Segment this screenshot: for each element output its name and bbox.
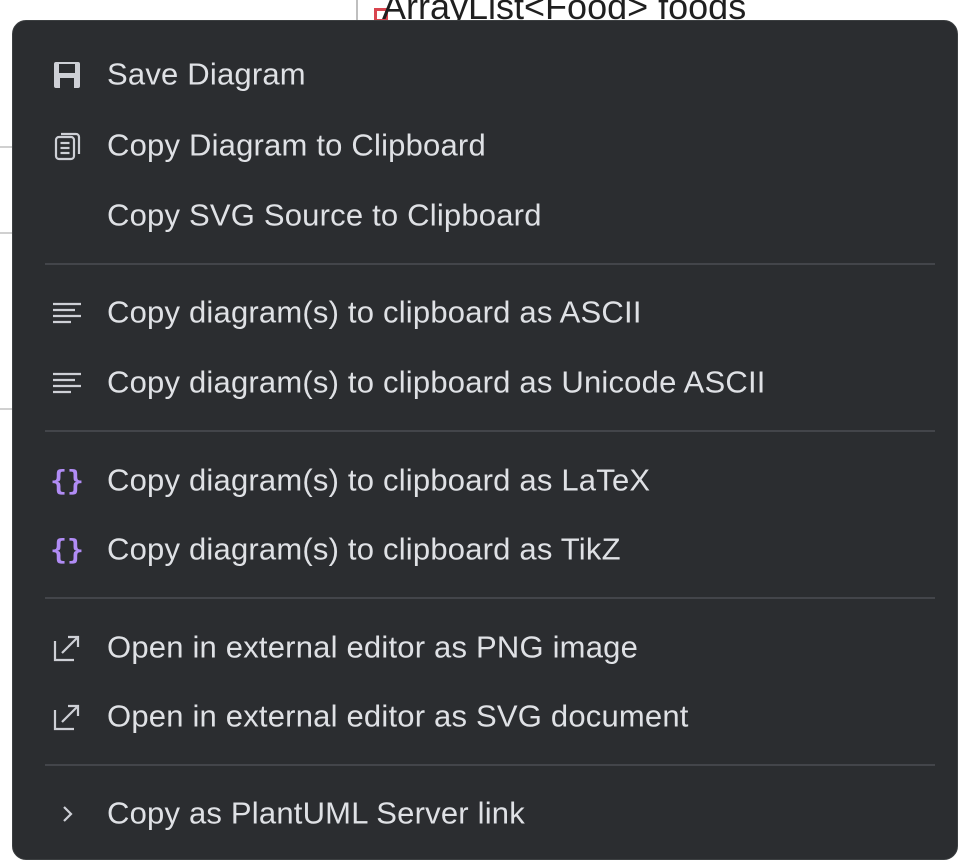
menu-separator	[45, 263, 935, 265]
menu-item-label: Open in external editor as SVG document	[107, 698, 689, 734]
menu-item-label: Save Diagram	[107, 56, 306, 92]
menu-item-copy-latex[interactable]: {} Copy diagram(s) to clipboard as LaTeX	[13, 448, 957, 514]
text-lines-icon	[49, 365, 85, 401]
menu-item-copy-ascii[interactable]: Copy diagram(s) to clipboard as ASCII	[13, 280, 957, 346]
editor-edge-mark	[0, 146, 12, 148]
save-icon	[49, 57, 85, 93]
copy-icon	[49, 128, 85, 164]
menu-item-copy-tikz[interactable]: {} Copy diagram(s) to clipboard as TikZ	[13, 517, 957, 583]
menu-item-copy-svg-source[interactable]: Copy SVG Source to Clipboard	[13, 183, 957, 249]
context-menu: Save Diagram Copy Diagram to Clipboard C…	[12, 20, 958, 860]
chevron-right-icon	[49, 796, 85, 832]
editor-guide-line	[356, 0, 358, 22]
menu-separator	[45, 597, 935, 599]
braces-icon: {}	[50, 533, 84, 566]
menu-item-copy-plantuml-link[interactable]: Copy as PlantUML Server link	[13, 781, 957, 847]
external-link-icon	[49, 699, 85, 735]
external-link-icon	[49, 630, 85, 666]
menu-item-copy-unicode-ascii[interactable]: Copy diagram(s) to clipboard as Unicode …	[13, 350, 957, 416]
menu-item-label: Copy SVG Source to Clipboard	[107, 197, 542, 233]
menu-item-label: Copy diagram(s) to clipboard as LaTeX	[107, 462, 651, 498]
text-lines-icon	[49, 295, 85, 331]
menu-item-open-external-png[interactable]: Open in external editor as PNG image	[13, 615, 957, 681]
menu-separator	[45, 430, 935, 432]
menu-item-save-diagram[interactable]: Save Diagram	[13, 42, 957, 108]
menu-item-label: Copy diagram(s) to clipboard as ASCII	[107, 294, 642, 330]
menu-item-label: Copy as PlantUML Server link	[107, 795, 525, 831]
menu-item-label: Copy Diagram to Clipboard	[107, 127, 486, 163]
menu-item-copy-diagram[interactable]: Copy Diagram to Clipboard	[13, 113, 957, 179]
menu-item-open-external-svg[interactable]: Open in external editor as SVG document	[13, 684, 957, 750]
menu-item-label: Copy diagram(s) to clipboard as Unicode …	[107, 364, 766, 400]
menu-item-label: Copy diagram(s) to clipboard as TikZ	[107, 531, 621, 567]
editor-edge-mark	[0, 232, 12, 234]
menu-separator	[45, 764, 935, 766]
menu-item-label: Open in external editor as PNG image	[107, 629, 639, 665]
braces-icon: {}	[50, 464, 84, 497]
editor-edge-mark	[0, 408, 12, 410]
